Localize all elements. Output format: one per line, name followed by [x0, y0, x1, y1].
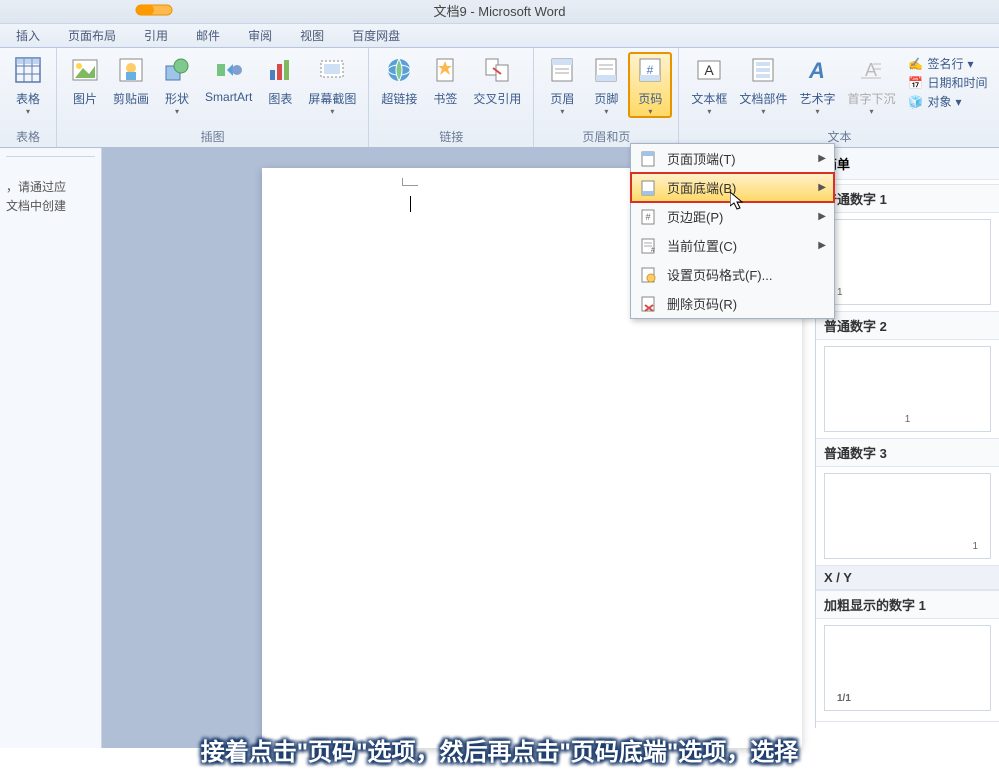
group-links: 超链接 书签 交叉引用 链接: [369, 48, 534, 147]
footer-icon: [590, 54, 622, 86]
svg-text:#: #: [651, 247, 655, 254]
margin-marker: [402, 178, 418, 186]
pagenumber-button[interactable]: # 页码▾: [628, 52, 672, 118]
window-title: 文档9 - Microsoft Word: [434, 4, 566, 19]
gallery-item-title: 普通数字 3: [816, 438, 999, 467]
footer-button[interactable]: 页脚▾: [584, 52, 628, 118]
shapes-button[interactable]: 形状▾: [155, 52, 199, 118]
tab-references[interactable]: 引用: [130, 24, 182, 47]
group-text: A 文本框▾ 文档部件▾ A 艺术字▾ A 首字下沉▾ ✍签名行 ▾ 📅日期和时…: [679, 48, 999, 147]
textbox-button[interactable]: A 文本框▾: [685, 52, 733, 118]
page-bottom-icon: [639, 179, 657, 197]
tab-pagelayout[interactable]: 页面布局: [54, 24, 130, 47]
page-top-icon: [639, 150, 657, 168]
pagenumber-icon: #: [634, 54, 666, 86]
navigation-pane: ，请通过应 文档中创建: [0, 148, 102, 748]
chevron-right-icon: ▶: [818, 182, 826, 193]
globe-icon: [383, 54, 415, 86]
gallery-item-title: 加粗显示的数字 1: [816, 590, 999, 619]
menu-format-pagenumber[interactable]: 设置页码格式(F)...: [631, 260, 834, 289]
clipart-button[interactable]: 剪贴画: [107, 52, 155, 109]
wordart-icon: A: [801, 54, 833, 86]
chart-button[interactable]: 图表: [258, 52, 302, 109]
shapes-icon: [161, 54, 193, 86]
quickparts-button[interactable]: 文档部件▾: [733, 52, 793, 118]
gallery-item-plain2[interactable]: 1: [824, 346, 991, 432]
chevron-right-icon: ▶: [818, 211, 826, 222]
title-bar: 文档9 - Microsoft Word: [0, 0, 999, 24]
smartart-icon: [213, 54, 245, 86]
picture-button[interactable]: 图片: [63, 52, 107, 109]
group-headerfooter: 页眉▾ 页脚▾ # 页码▾ 页眉和页: [534, 48, 679, 147]
menu-page-margins[interactable]: # 页边距(P) ▶: [631, 202, 834, 231]
signature-icon: ✍: [907, 56, 923, 72]
current-position-icon: #: [639, 237, 657, 255]
menu-remove-pagenumber[interactable]: 删除页码(R): [631, 289, 834, 318]
chevron-down-icon: ▾: [26, 107, 30, 116]
table-icon: [12, 54, 44, 86]
bookmark-button[interactable]: 书签: [423, 52, 467, 109]
pagenumber-gallery: 简单 普通数字 1 1 普通数字 2 1 普通数字 3 1 X / Y 加粗显示…: [815, 148, 999, 728]
table-button[interactable]: 表格 ▾: [6, 52, 50, 118]
object-icon: 🧊: [907, 94, 923, 110]
dropcap-button[interactable]: A 首字下沉▾: [841, 52, 901, 118]
header-button[interactable]: 页眉▾: [540, 52, 584, 118]
clipart-icon: [115, 54, 147, 86]
tab-baidu[interactable]: 百度网盘: [338, 24, 414, 47]
picture-icon: [69, 54, 101, 86]
remove-icon: [639, 295, 657, 313]
ribbon-tabs: 插入 页面布局 引用 邮件 审阅 视图 百度网盘: [0, 24, 999, 48]
svg-text:A: A: [808, 58, 825, 83]
tab-mailings[interactable]: 邮件: [182, 24, 234, 47]
datetime-button[interactable]: 📅日期和时间: [905, 73, 989, 92]
svg-text:#: #: [647, 63, 654, 77]
textbox-icon: A: [693, 54, 725, 86]
gallery-header: 简单: [816, 148, 999, 180]
tab-insert[interactable]: 插入: [2, 24, 54, 47]
format-icon: [639, 266, 657, 284]
crossref-icon: [481, 54, 513, 86]
gallery-office-more[interactable]: Office.com 中的其他页: [816, 721, 999, 728]
object-button[interactable]: 🧊对象 ▾: [905, 92, 989, 111]
ribbon: 表格 ▾ 表格 图片 剪贴画 形状▾ SmartArt: [0, 48, 999, 148]
gallery-item-title: 普通数字 1: [816, 184, 999, 213]
tab-view[interactable]: 视图: [286, 24, 338, 47]
wordart-button[interactable]: A 艺术字▾: [793, 52, 841, 118]
menu-page-top[interactable]: 页面顶端(T) ▶: [631, 144, 834, 173]
bookmark-icon: [429, 54, 461, 86]
gallery-item-title: 普通数字 2: [816, 311, 999, 340]
svg-text:#: #: [645, 212, 650, 222]
hyperlink-button[interactable]: 超链接: [375, 52, 423, 109]
text-cursor: [410, 196, 411, 212]
crossref-button[interactable]: 交叉引用: [467, 52, 527, 109]
pagenumber-dropdown: 页面顶端(T) ▶ 页面底端(B) ▶ # 页边距(P) ▶ # 当前位置(C)…: [630, 143, 835, 319]
quick-access-toolbar[interactable]: [106, 1, 186, 19]
group-tables: 表格 ▾ 表格: [0, 48, 57, 147]
screenshot-icon: [316, 54, 348, 86]
quickparts-icon: [747, 54, 779, 86]
gallery-item-plain1[interactable]: 1: [824, 219, 991, 305]
screenshot-button[interactable]: 屏幕截图▾: [302, 52, 362, 118]
calendar-icon: 📅: [907, 75, 923, 91]
gallery-section-xy: X / Y: [816, 565, 999, 590]
svg-text:A: A: [865, 60, 877, 80]
gallery-item-plain3[interactable]: 1: [824, 473, 991, 559]
chevron-right-icon: ▶: [818, 240, 826, 251]
svg-text:A: A: [705, 62, 715, 78]
group-illustrations: 图片 剪贴画 形状▾ SmartArt 图表 屏幕截图▾: [57, 48, 369, 147]
header-icon: [546, 54, 578, 86]
tab-review[interactable]: 审阅: [234, 24, 286, 47]
smartart-button[interactable]: SmartArt: [199, 52, 258, 106]
menu-page-bottom[interactable]: 页面底端(B) ▶: [631, 173, 834, 202]
signature-button[interactable]: ✍签名行 ▾: [905, 54, 989, 73]
dropcap-icon: A: [855, 54, 887, 86]
gallery-item-bold1[interactable]: 1/1: [824, 625, 991, 711]
menu-current-position[interactable]: # 当前位置(C) ▶: [631, 231, 834, 260]
page-margins-icon: #: [639, 208, 657, 226]
chevron-right-icon: ▶: [818, 153, 826, 164]
chart-icon: [264, 54, 296, 86]
